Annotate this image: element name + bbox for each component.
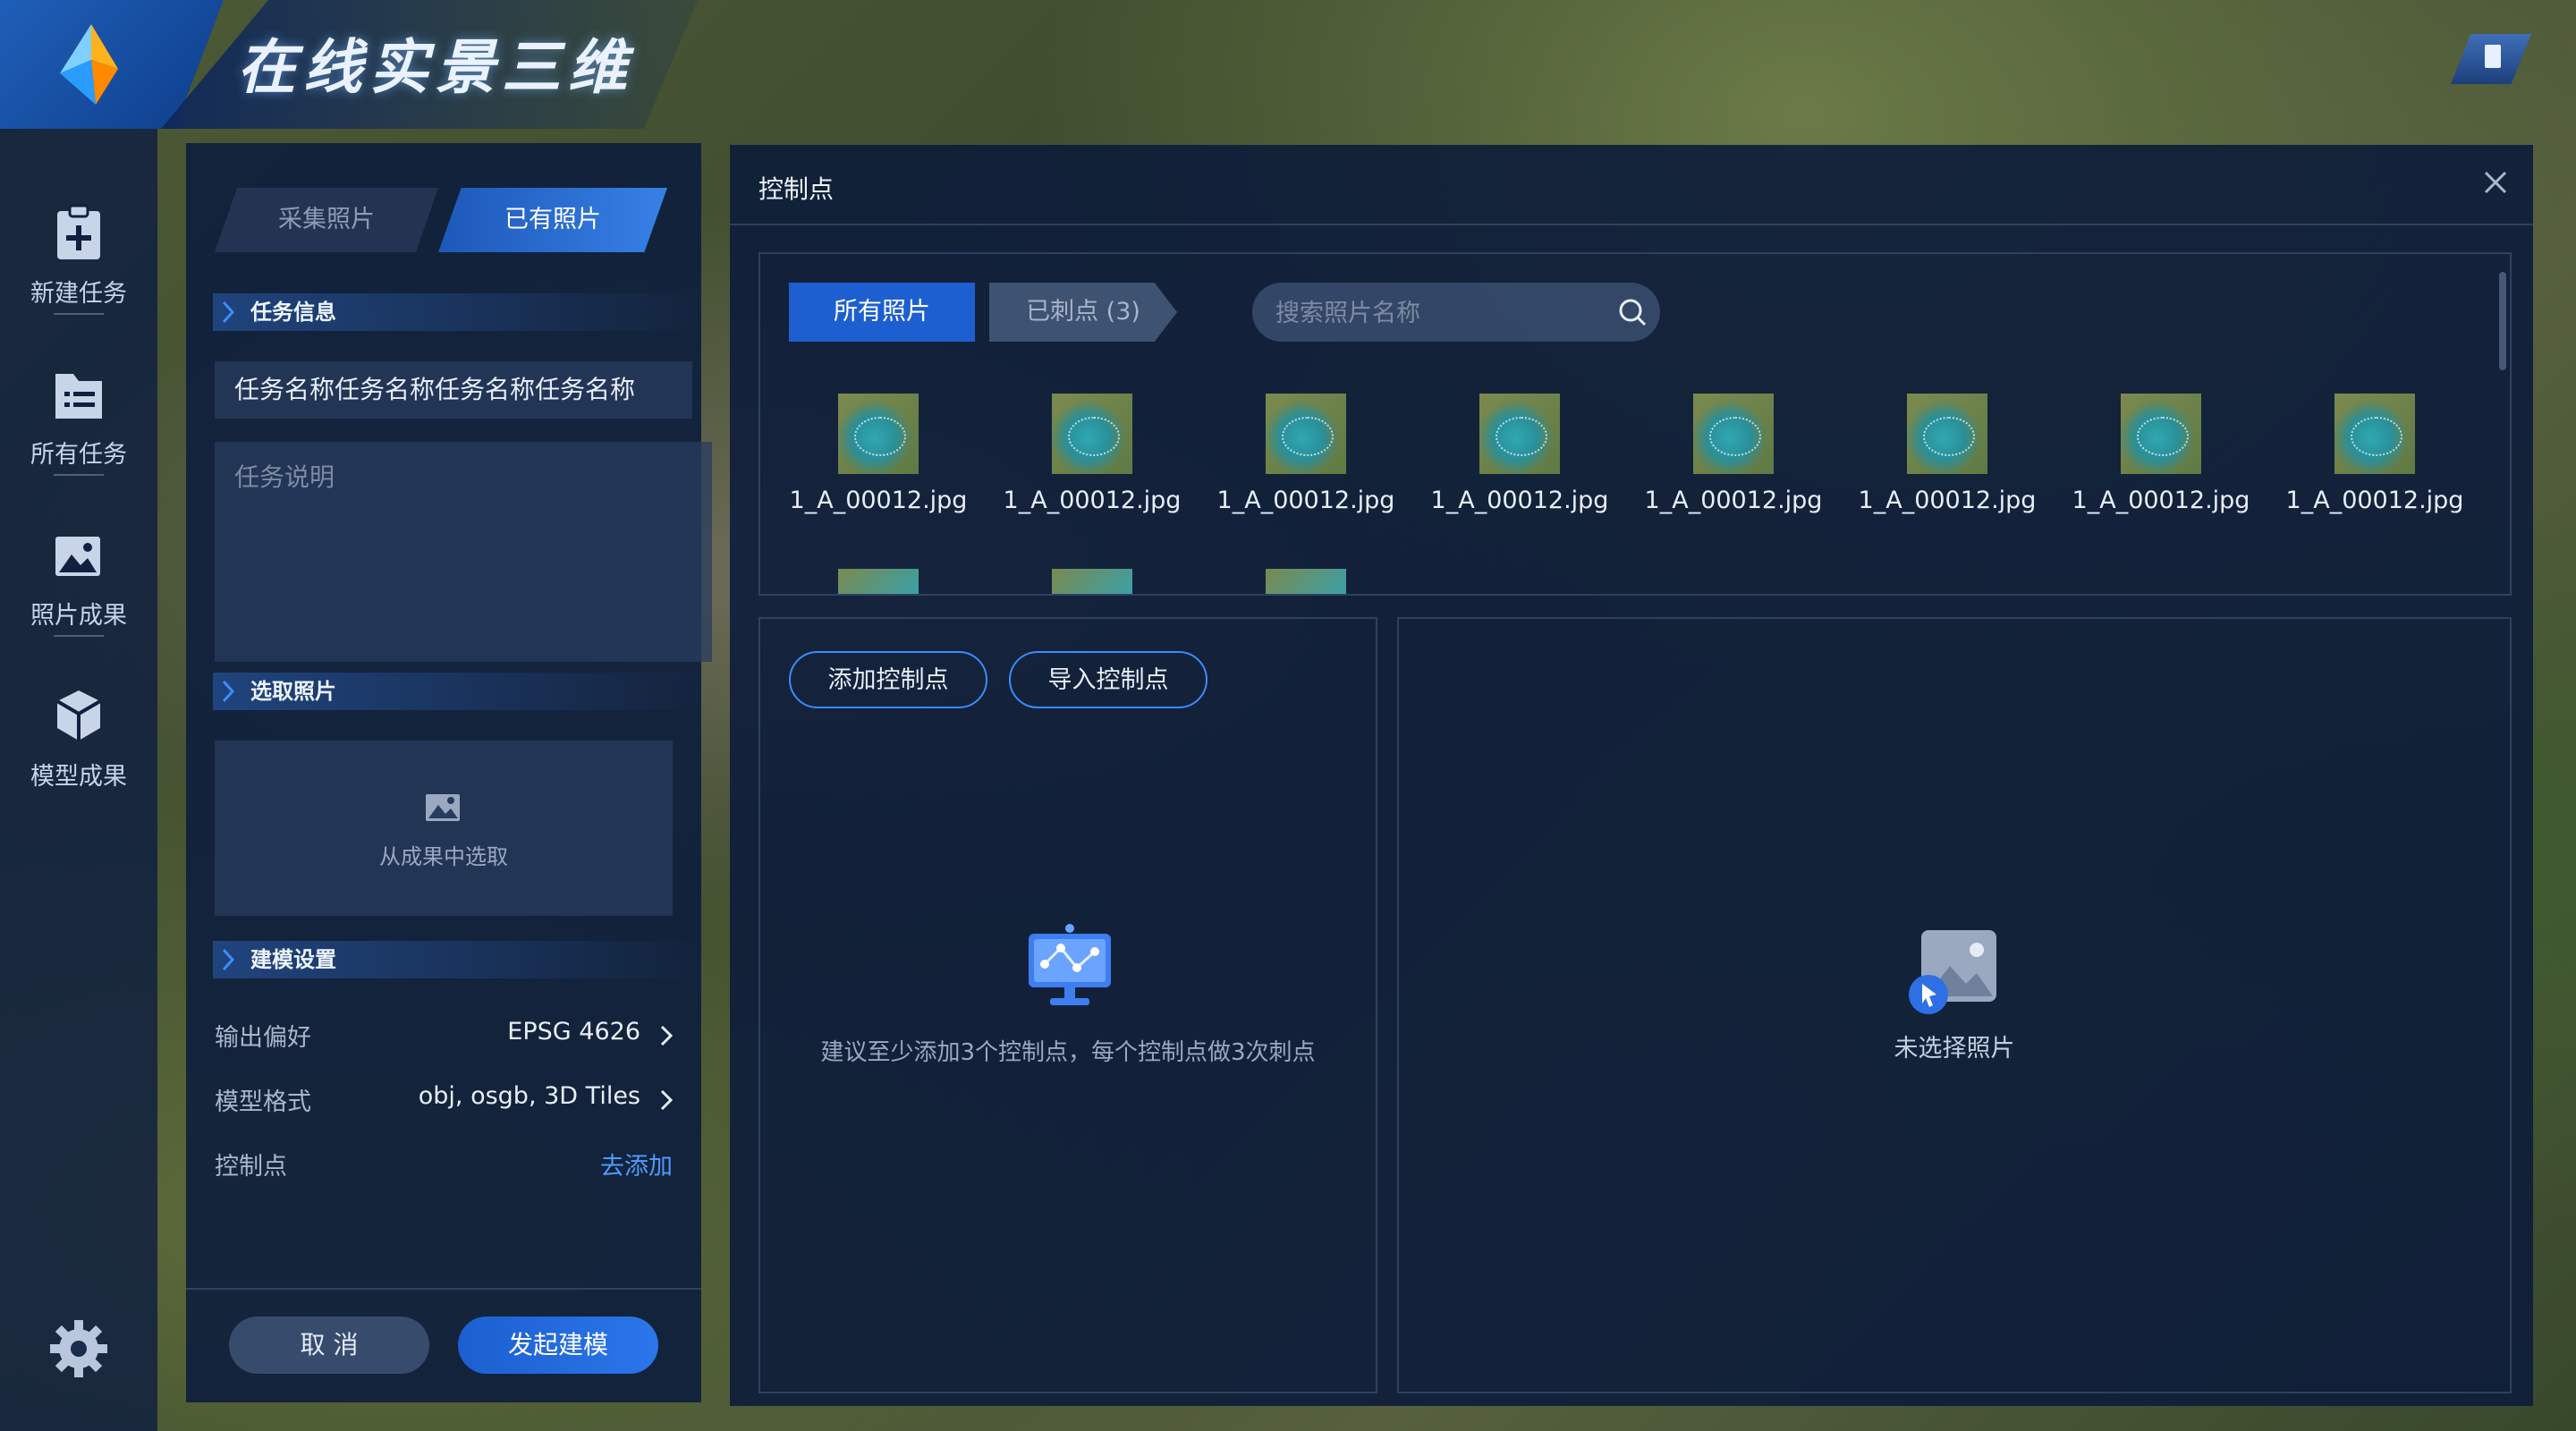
photo-gallery: 所有照片 已刺点 (3) 1_A_00012.jpg 1_A_00012.jpg… (758, 252, 2512, 596)
search-input[interactable] (1274, 283, 1617, 343)
dialog-divider (730, 224, 2533, 225)
import-control-point-button[interactable]: 导入控制点 (1009, 651, 1208, 708)
nav-item-all-tasks[interactable]: 所有任务 (0, 326, 157, 478)
nav-item-photo-results[interactable]: 照片成果 (0, 487, 157, 639)
output-preference-row[interactable]: 输出偏好 EPSG 4626 (215, 1018, 673, 1054)
chevron-right-icon (222, 301, 234, 324)
section-title: 建模设置 (250, 947, 336, 972)
output-preference-label: 输出偏好 (215, 1024, 311, 1052)
photo-preview: 未选择照片 (1397, 617, 2512, 1393)
section-header-model-settings: 建模设置 (213, 941, 707, 978)
nav-divider (54, 313, 104, 315)
picker-label: 从成果中选取 (379, 844, 508, 869)
photo-image (1479, 394, 1560, 474)
section-header-task-info: 任务信息 (213, 293, 707, 331)
cube-icon (55, 690, 102, 741)
photo-result-icon (55, 537, 100, 576)
section-title: 任务信息 (250, 300, 336, 325)
dialog-title: 控制点 (758, 174, 835, 204)
add-control-point-button[interactable]: 添加控制点 (789, 651, 987, 708)
no-photo-icon (1909, 930, 1996, 1014)
gallery-scrollbar[interactable] (2499, 272, 2506, 370)
section-header-select-photos: 选取照片 (213, 673, 707, 710)
nav-label-photo-results: 照片成果 (30, 602, 127, 630)
clipboard-plus-icon (57, 204, 100, 259)
tab-marked-photos[interactable]: 已刺点 (3) (989, 283, 1177, 342)
tab-existing-photos[interactable]: 已有照片 (438, 188, 667, 252)
photo-image (2334, 394, 2415, 474)
select-from-results-button[interactable]: 从成果中选取 (215, 741, 673, 916)
photo-thumbnail[interactable]: 1_A_00012.jpg (2285, 394, 2464, 514)
control-point-dialog: 控制点 所有照片 已刺点 (3) 1_A_00012.jpg 1_A_00012… (730, 145, 2533, 1406)
task-description-field[interactable]: 任务说明 (215, 442, 712, 662)
cancel-button[interactable]: 取 消 (229, 1317, 429, 1374)
nav-divider (54, 635, 104, 637)
photo-name: 1_A_00012.jpg (1430, 487, 1609, 514)
model-format-row[interactable]: 模型格式 obj, osgb, 3D Tiles (215, 1082, 673, 1118)
gear-icon[interactable] (48, 1318, 109, 1379)
photo-name: 1_A_00012.jpg (2072, 487, 2250, 514)
monitor-points-icon (1029, 924, 1111, 1005)
photo-thumbnail[interactable]: 1_A_00012.jpg (1003, 394, 1182, 514)
photo-thumbnail-partial[interactable] (838, 569, 919, 594)
photo-name: 1_A_00012.jpg (789, 487, 968, 514)
preview-empty-text: 未选择照片 (1894, 1035, 2015, 1063)
photo-image (1266, 394, 1346, 474)
document-icon (2485, 45, 2501, 68)
photo-image (1052, 394, 1132, 474)
footer-divider (186, 1288, 701, 1290)
task-name-field[interactable]: 任务名称任务名称任务名称任务名称 (215, 361, 692, 419)
tab-all-photos[interactable]: 所有照片 (789, 283, 975, 342)
photo-name: 1_A_00012.jpg (1216, 487, 1395, 514)
control-points-row: 控制点 去添加 (215, 1147, 673, 1182)
photo-name: 1_A_00012.jpg (1644, 487, 1823, 514)
photo-thumbnail-partial[interactable] (1052, 569, 1132, 594)
control-point-list: 添加控制点 导入控制点 建议至少添加3个控制点，每个控制点做3次刺点 (758, 617, 1377, 1393)
nav-item-new-task[interactable]: 新建任务 (0, 165, 157, 317)
chevron-right-icon (660, 1025, 673, 1046)
start-modeling-button[interactable]: 发起建模 (458, 1317, 658, 1374)
nav-item-model-results[interactable]: 模型成果 (0, 648, 157, 800)
photo-image (1907, 394, 1987, 474)
photo-thumbnail[interactable]: 1_A_00012.jpg (2072, 394, 2250, 514)
photo-name: 1_A_00012.jpg (1858, 487, 2037, 514)
photo-thumbnail[interactable]: 1_A_00012.jpg (789, 394, 968, 514)
photo-thumbnail-partial[interactable] (1266, 569, 1346, 594)
nav-label-model-results: 模型成果 (30, 763, 127, 791)
model-format-label: 模型格式 (215, 1088, 311, 1116)
app-title: 在线实景三维 (237, 33, 634, 102)
photo-thumbnail[interactable]: 1_A_00012.jpg (1216, 394, 1395, 514)
task-panel: 采集照片 已有照片 任务信息 任务名称任务名称任务名称任务名称 任务说明 选取照… (186, 143, 712, 1402)
photo-thumbnail[interactable]: 1_A_00012.jpg (1430, 394, 1609, 514)
control-points-label: 控制点 (215, 1153, 287, 1181)
folder-list-icon (55, 374, 102, 419)
photo-image (838, 394, 919, 474)
close-icon[interactable] (2483, 170, 2508, 195)
left-nav: 新建任务 所有任务 照片成果 模型成果 (0, 129, 157, 1431)
search-icon[interactable] (1617, 297, 1648, 327)
app-logo-icon (60, 24, 118, 105)
nav-label-new-task: 新建任务 (30, 280, 127, 308)
tab-collect-photos[interactable]: 采集照片 (215, 188, 438, 252)
add-control-points-link[interactable]: 去添加 (600, 1147, 673, 1181)
chevron-right-icon (660, 1089, 673, 1111)
image-picker-icon (426, 794, 460, 821)
section-title: 选取照片 (250, 679, 336, 704)
empty-hint: 建议至少添加3个控制点，每个控制点做3次刺点 (820, 1039, 1316, 1066)
photo-name: 1_A_00012.jpg (2285, 487, 2464, 514)
nav-divider (54, 474, 104, 476)
photo-thumbnail[interactable]: 1_A_00012.jpg (1644, 394, 1823, 514)
model-format-value: obj, osgb, 3D Tiles (418, 1082, 640, 1110)
user-menu-button[interactable] (2451, 34, 2531, 84)
photo-thumbnail[interactable]: 1_A_00012.jpg (1858, 394, 2037, 514)
chevron-right-icon (222, 948, 234, 971)
photo-image (2121, 394, 2201, 474)
photo-name: 1_A_00012.jpg (1003, 487, 1182, 514)
nav-label-all-tasks: 所有任务 (30, 441, 127, 469)
photo-search (1252, 283, 1660, 343)
photo-image (1693, 394, 1774, 474)
chevron-right-icon (222, 680, 234, 703)
output-preference-value: EPSG 4626 (507, 1018, 640, 1046)
